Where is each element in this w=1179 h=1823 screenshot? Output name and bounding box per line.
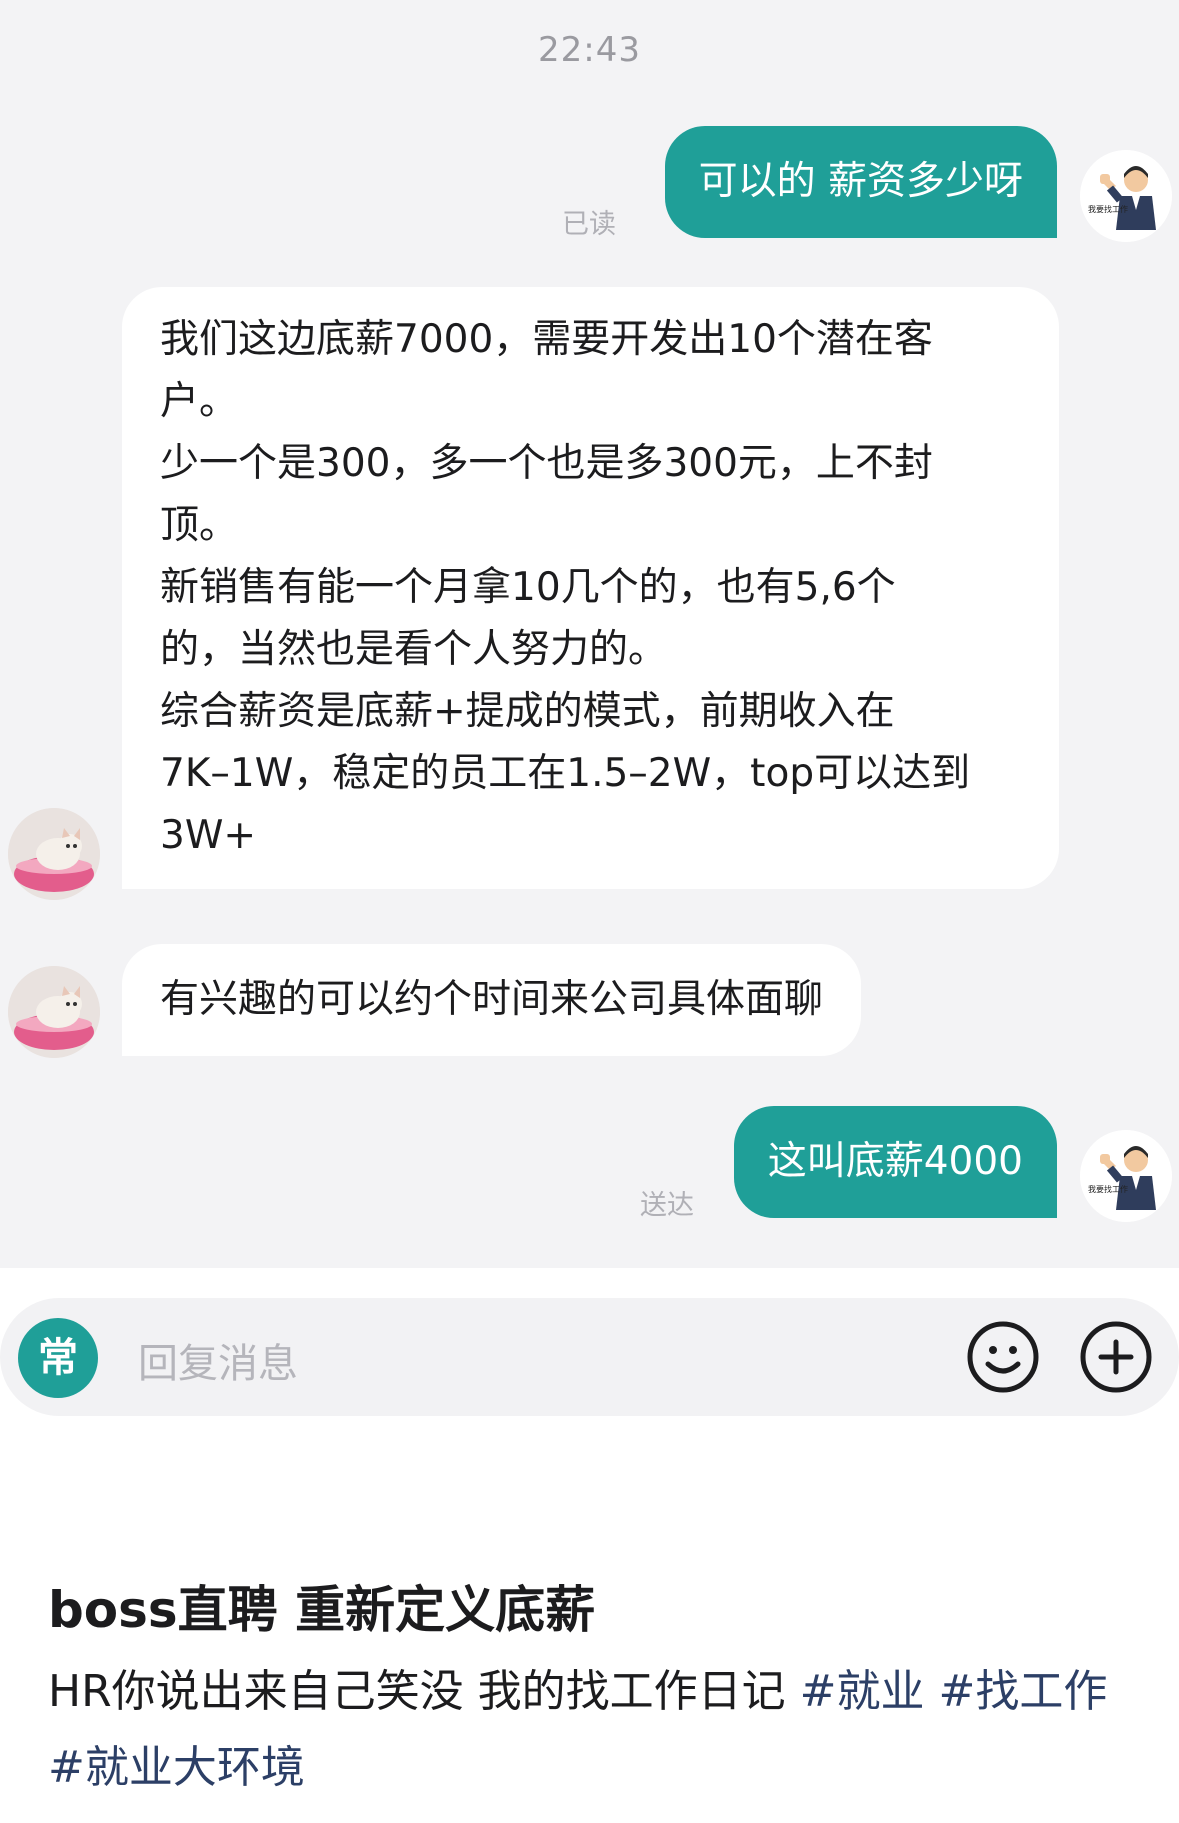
message-line: 户。: [160, 379, 239, 424]
message-line: 综合薪资是底薪+提成的模式，前期收入在: [160, 689, 895, 734]
cat-in-bowl-avatar-icon: [8, 808, 100, 900]
office-worker-avatar-icon: 我要找工作: [1080, 1130, 1172, 1222]
message-line: 3W+: [160, 813, 257, 858]
message-input-bar: 常 回复消息: [0, 1298, 1179, 1416]
hashtag-link[interactable]: #就业: [800, 1666, 925, 1717]
chat-area: 22:43 已读 可以的 薪资多少呀 我要找工作 我们这边底薪7000，需要开发…: [0, 0, 1179, 1268]
hr-avatar[interactable]: [8, 808, 100, 900]
post-title: boss直聘 重新定义底薪: [48, 1581, 596, 1639]
message-bubble-received[interactable]: 我们这边底薪7000，需要开发出10个潜在客 户。 少一个是300，多一个也是多…: [122, 287, 1059, 889]
message-bubble-sent[interactable]: 这叫底薪4000: [733, 1106, 1057, 1218]
hashtag-link[interactable]: #就业大环境: [48, 1742, 305, 1793]
message-line: 7K–1W，稳定的员工在1.5–2W，top可以达到: [160, 751, 971, 796]
smiley-icon[interactable]: [966, 1320, 1040, 1394]
user-avatar[interactable]: 我要找工作: [1080, 1130, 1172, 1222]
read-status: 已读: [562, 209, 616, 240]
timestamp: 22:43: [538, 30, 641, 70]
message-bubble-received[interactable]: 有兴趣的可以约个时间来公司具体面聊: [122, 944, 862, 1056]
message-line: 我们这边底薪7000，需要开发出10个潜在客: [160, 317, 933, 362]
office-worker-avatar-icon: 我要找工作: [1080, 150, 1172, 242]
reply-input[interactable]: 回复消息: [138, 1331, 298, 1389]
user-avatar[interactable]: 我要找工作: [1080, 150, 1172, 242]
post-text: HR你说出来自己笑没 我的找工作日记: [48, 1666, 800, 1717]
hashtag-link[interactable]: #找工作: [939, 1666, 1108, 1717]
delivered-status: 送达: [640, 1190, 694, 1221]
cat-in-bowl-avatar-icon: [8, 966, 100, 1058]
post-body: HR你说出来自己笑没 我的找工作日记 #就业 #找工作 #就业大环境: [48, 1654, 1138, 1806]
message-line: 的，当然也是看个人努力的。: [160, 627, 668, 672]
message-line: 新销售有能一个月拿10几个的，也有5,6个: [160, 565, 896, 610]
quick-reply-button[interactable]: 常: [18, 1318, 98, 1398]
hr-avatar[interactable]: [8, 966, 100, 1058]
message-line: 顶。: [160, 503, 239, 548]
plus-circle-icon[interactable]: [1079, 1320, 1153, 1394]
message-line: 少一个是300，多一个也是多300元，上不封: [160, 441, 933, 486]
message-bubble-sent[interactable]: 可以的 薪资多少呀: [664, 126, 1057, 238]
avatar-caption: 我要找工作: [1088, 204, 1128, 214]
avatar-caption: 我要找工作: [1088, 1184, 1128, 1194]
